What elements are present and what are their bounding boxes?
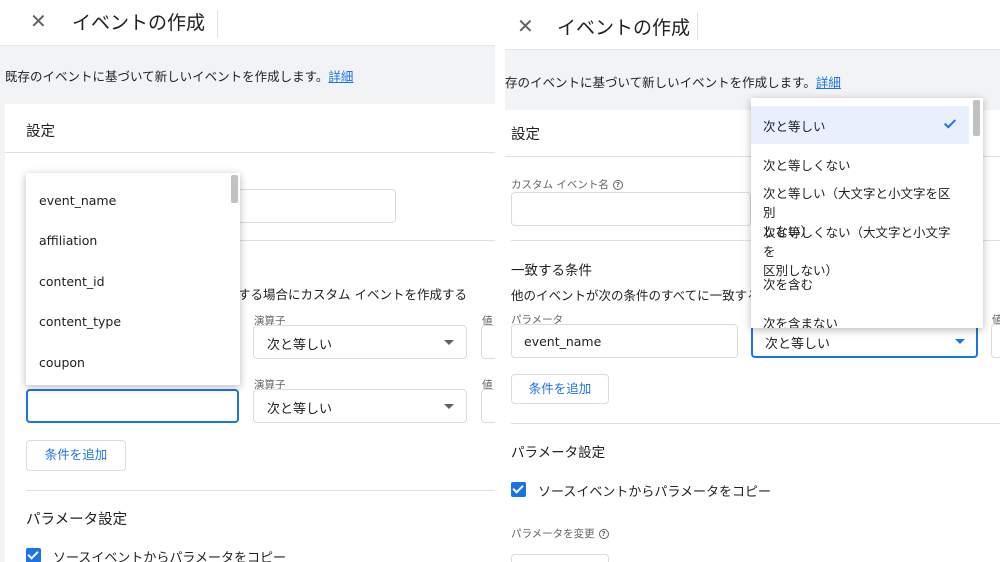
list-scrollbar[interactable] [231,175,238,203]
param-settings-title: パラメータ設定 [26,512,128,528]
info-text: 存のイベントに基づいて新しいイベントを作成します。詳細 [505,72,841,91]
operator-select-1[interactable]: 次と等しい [253,325,467,359]
param-option-content-type[interactable]: content_type [26,302,240,342]
condition-description: する場合にカスタム イベントを作成する [238,287,467,302]
option-label: event_name [39,193,117,208]
chevron-down-icon [444,404,454,409]
operator-select-value: 次と等しい [267,338,333,353]
left-pane: ✕ イベントの作成 既存のイベントに基づいて新しいイベントを作成します。詳細 設… [0,0,495,562]
param-settings-title: パラメータ設定 [511,445,606,461]
operator-dropdown-menu: 次と等しい 次と等しくない 次と等しい（大文字と小文字を区別 しない） 次と等し… [751,98,983,328]
operator-option-equals[interactable]: 次と等しい [751,106,969,144]
help-icon[interactable]: ? [612,180,623,190]
param-option-event-name[interactable]: event_name [26,181,240,221]
param-option-affiliation[interactable]: affiliation [26,221,240,261]
operator-select[interactable]: 次と等しい [751,324,978,358]
check-icon [943,116,957,129]
header-divider [697,12,698,40]
chevron-down-icon [955,339,965,344]
info-text: 既存のイベントに基づいて新しいイベントを作成します。詳細 [5,66,353,85]
match-conditions-description: 他のイベントが次の条件のすべてに一致する場 [511,288,773,303]
header-bar: ✕ イベントの作成 [505,0,1000,50]
modify-params-label: パラメータを変更? [511,526,609,541]
option-label: content_id [39,274,105,289]
copy-params-checkbox[interactable] [511,482,526,497]
option-label-line1: 次と等しい（大文字と小文字を区別 [763,186,951,220]
header-divider [217,10,218,38]
custom-event-name-input[interactable] [511,192,751,226]
add-condition-button[interactable]: 条件を追加 [26,440,126,471]
value-input-2[interactable] [481,389,495,423]
operator-option-equals-ignore-case[interactable]: 次と等しい（大文字と小文字を区別 しない） [751,180,969,239]
info-message: 存のイベントに基づいて新しいイベントを作成します。 [505,75,816,90]
value-input-1[interactable] [481,325,495,359]
menu-scrollbar[interactable] [973,100,980,136]
match-conditions-title: 一致する条件 [511,263,592,279]
add-condition-button[interactable]: 条件を追加 [511,374,609,404]
chevron-down-icon [444,340,454,345]
details-link[interactable]: 詳細 [816,75,841,90]
operator-select-2[interactable]: 次と等しい [253,389,467,423]
label-text: カスタム イベント名 [511,179,609,191]
option-label: 次と等しくない [763,158,851,173]
parameter-input-value: event_name [524,334,602,349]
screenshot-gap [495,0,505,562]
copy-params-checkbox[interactable] [26,548,41,562]
close-icon[interactable]: ✕ [517,14,534,38]
parameter-input[interactable]: event_name [511,324,738,358]
parameter-input-focused[interactable] [26,389,239,423]
operator-option-not-contains[interactable]: 次を含まない [751,305,969,328]
operator-select-value: 次と等しい [267,402,333,417]
operator-option-contains[interactable]: 次を含む [751,266,969,300]
page-title: イベントの作成 [72,12,206,34]
param-divider [511,423,1000,424]
param-option-coupon[interactable]: coupon [26,343,240,383]
option-label: 次と等しい [763,119,826,134]
operator-option-not-equals-ignore-case[interactable]: 次と等しくない（大文字と小文字を 区別しない） [751,220,969,278]
option-label: coupon [39,355,85,370]
option-label-line1: 次と等しくない（大文字と小文字を [763,225,951,259]
option-label: content_type [39,314,122,329]
option-label: affiliation [39,233,98,248]
param-divider [26,490,495,491]
parameter-autocomplete-list: event_name affiliation content_id conten… [26,173,240,385]
section-divider [235,240,495,241]
copy-params-label: ソースイベントからパラメータをコピー [538,485,771,500]
operator-select-value: 次と等しい [765,337,831,352]
settings-title: 設定 [26,124,55,140]
header-bar: ✕ イベントの作成 [0,0,495,46]
param-option-content-id[interactable]: content_id [26,262,240,302]
help-icon[interactable]: ? [598,529,609,539]
modify-params-button[interactable] [511,554,609,562]
details-link[interactable]: 詳細 [328,69,353,84]
custom-event-name-label: カスタム イベント名? [511,177,623,192]
operator-option-not-equals[interactable]: 次と等しくない [751,146,969,180]
value-input[interactable] [991,324,1000,358]
option-label: 次を含む [763,277,814,292]
settings-title: 設定 [511,127,540,143]
custom-event-name-input[interactable] [238,189,396,223]
page-title: イベントの作成 [557,17,691,39]
label-text: パラメータを変更 [511,528,595,540]
right-pane: ✕ イベントの作成 存のイベントに基づいて新しいイベントを作成します。詳細 設定… [505,0,1000,562]
info-message: 既存のイベントに基づいて新しいイベントを作成します。 [5,69,329,84]
settings-divider [5,152,495,153]
option-label: 次を含まない [763,316,839,328]
copy-params-label: ソースイベントからパラメータをコピー [53,551,286,562]
close-icon[interactable]: ✕ [30,9,47,33]
